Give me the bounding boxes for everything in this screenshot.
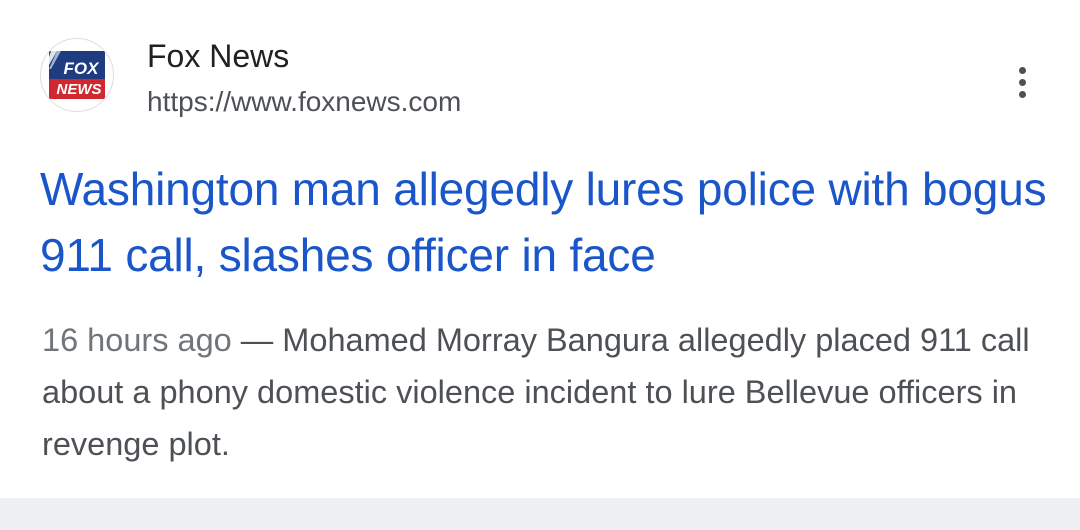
result-headline-link[interactable]: Washington man allegedly lures police wi… — [40, 156, 1050, 288]
source-name[interactable]: Fox News — [147, 38, 461, 74]
next-card-edge — [0, 498, 1080, 530]
snippet-separator: — — [231, 322, 283, 358]
source-url[interactable]: https://www.foxnews.com — [147, 86, 461, 118]
fox-news-logo-svg: FOX NEWS — [49, 51, 105, 99]
source-row[interactable]: FOX NEWS Fox News https://www.foxnews.co… — [40, 38, 461, 118]
search-result-card: FOX NEWS Fox News https://www.foxnews.co… — [0, 0, 1080, 498]
result-timestamp: 16 hours ago — [42, 322, 232, 358]
fox-news-logo-icon: FOX NEWS — [40, 38, 114, 112]
more-options-button[interactable] — [1002, 62, 1042, 102]
more-vert-icon-dot — [1018, 90, 1026, 98]
source-text: Fox News https://www.foxnews.com — [147, 38, 461, 118]
more-vert-icon-dot — [1018, 78, 1026, 86]
logo-text-news: NEWS — [57, 81, 102, 98]
result-snippet: 16 hours ago — Mohamed Morray Bangura al… — [42, 314, 1042, 470]
more-vert-icon — [1018, 66, 1026, 74]
logo-text-fox: FOX — [64, 59, 101, 78]
